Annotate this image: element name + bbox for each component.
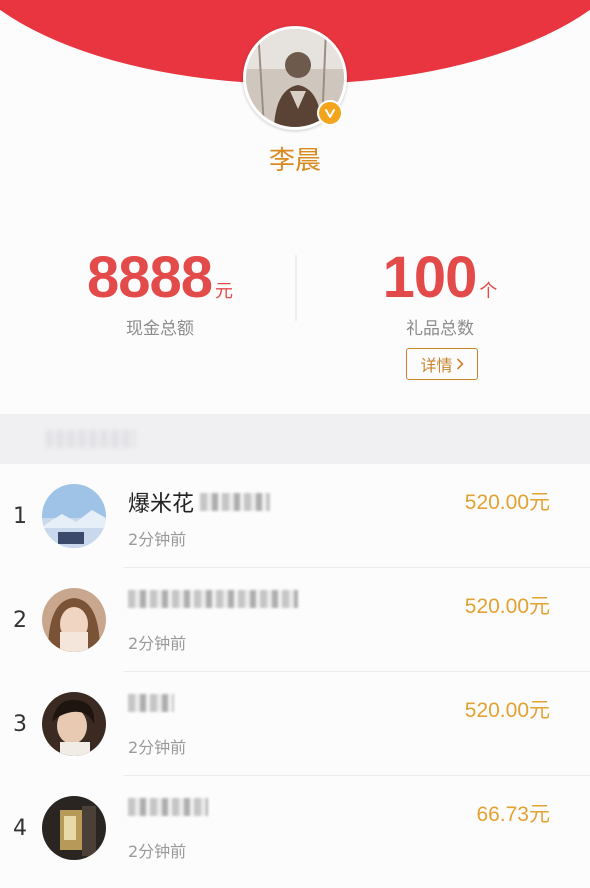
sender-list: 1 爆米花 2分钟前 520.00元 2 2分钟前 520.00元 3 2分钟前… (0, 464, 590, 880)
blurred-text (128, 798, 208, 816)
amount: 520.00元 (464, 595, 550, 618)
list-item[interactable]: 4 2分钟前 66.73元 (0, 776, 590, 880)
stat-divider (295, 255, 297, 321)
sender-time: 2分钟前 (128, 842, 187, 861)
avatar[interactable] (42, 796, 106, 860)
detail-button-label: 详情 (420, 356, 453, 375)
gift-total-unit: 个 (479, 281, 498, 302)
sender-name: 爆米花 (128, 486, 271, 518)
rank-number: 4 (13, 816, 27, 841)
gift-total-value: 100 (382, 245, 478, 310)
amount: 66.73元 (476, 803, 550, 826)
cash-total-value: 8888 (86, 245, 213, 310)
host-avatar-wrapper[interactable] (243, 26, 347, 130)
list-item[interactable]: 3 2分钟前 520.00元 (0, 672, 590, 776)
sender-name (128, 694, 174, 712)
avatar[interactable] (42, 692, 106, 756)
list-item[interactable]: 2 2分钟前 520.00元 (0, 568, 590, 672)
rank-number: 1 (13, 504, 27, 529)
cash-total-label: 现金总额 (126, 319, 194, 339)
section-header-blurred-text (46, 430, 136, 448)
rank-number: 2 (13, 608, 27, 633)
amount: 520.00元 (464, 699, 550, 722)
sender-time: 2分钟前 (128, 634, 187, 653)
cash-total-stat: 8888 元 现金总额 (70, 245, 250, 340)
amount: 520.00元 (464, 491, 550, 514)
sender-time: 2分钟前 (128, 530, 187, 549)
chevron-right-icon (456, 358, 464, 370)
host-name: 李晨 (268, 146, 321, 176)
gift-total-label: 礼品总数 (406, 319, 474, 339)
avatar[interactable] (42, 588, 106, 652)
sender-name (128, 798, 208, 816)
rank-number: 3 (13, 712, 27, 737)
cash-total-unit: 元 (215, 281, 234, 302)
sender-time: 2分钟前 (128, 738, 187, 757)
avatar[interactable] (42, 484, 106, 548)
detail-button[interactable]: 详情 (406, 348, 478, 380)
verified-badge-icon (317, 100, 343, 126)
section-header (0, 414, 590, 464)
list-item[interactable]: 1 爆米花 2分钟前 520.00元 (0, 464, 590, 568)
red-packet-records-page: 李晨 8888 元 现金总额 100 个 礼品总数 详情 1 爆米花 2分钟前 … (0, 0, 590, 888)
gift-total-stat: 100 个 礼品总数 (350, 245, 530, 340)
sender-name (128, 590, 298, 608)
blurred-text (200, 493, 271, 511)
blurred-text (128, 590, 298, 608)
blurred-text (128, 694, 174, 712)
